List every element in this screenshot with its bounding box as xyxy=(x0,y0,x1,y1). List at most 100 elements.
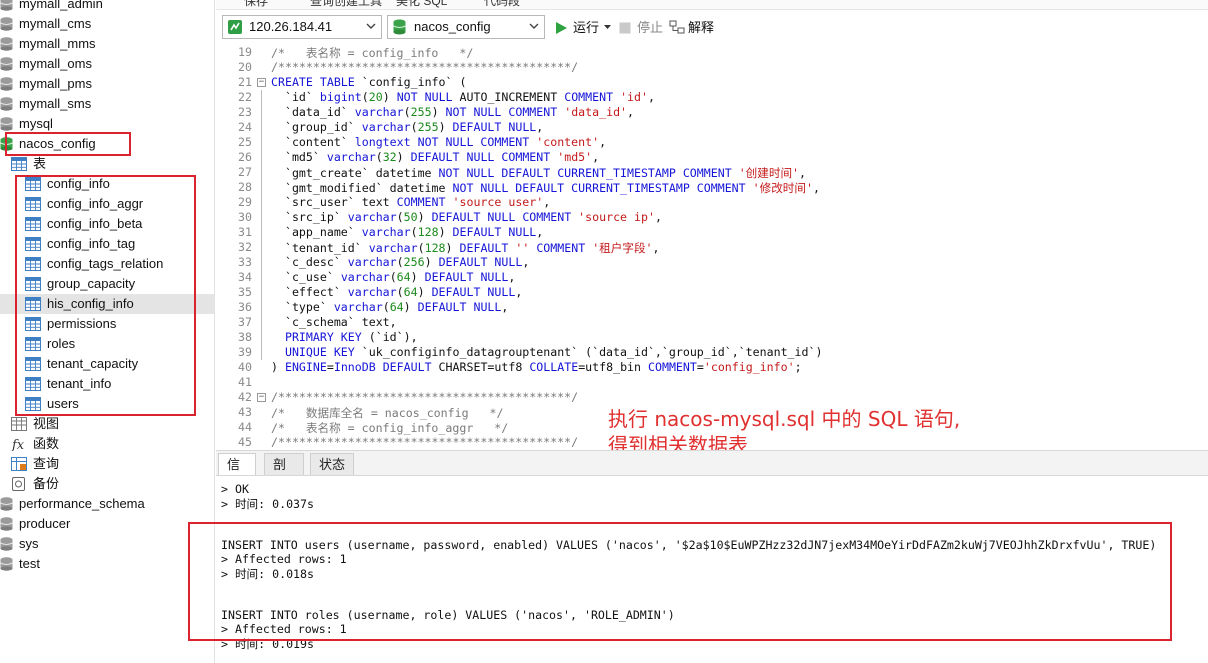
svg-text:fx: fx xyxy=(11,438,25,451)
table-icon xyxy=(25,337,41,351)
code-line[interactable]: /* 数据库全名 = nacos_config */ xyxy=(271,405,503,421)
line-number: 44 xyxy=(238,420,252,434)
table-item[interactable]: config_tags_relation xyxy=(0,254,214,274)
database-item-label: performance_schema xyxy=(19,496,145,511)
code-line[interactable]: `content` longtext NOT NULL COMMENT 'con… xyxy=(271,135,606,149)
code-line[interactable]: `gmt_create` datetime NOT NULL DEFAULT C… xyxy=(271,165,806,181)
code-line[interactable]: /* 表名称 = config_info */ xyxy=(271,45,473,61)
line-number: 31 xyxy=(238,225,252,239)
database-icon xyxy=(0,97,13,111)
table-item[interactable]: permissions xyxy=(0,314,214,334)
database-item[interactable]: producer xyxy=(0,514,214,534)
code-line[interactable]: `c_schema` text, xyxy=(271,315,397,329)
toolbar-partial-label[interactable]: 代码段 xyxy=(484,0,520,9)
table-item[interactable]: users xyxy=(0,394,214,414)
functions-folder-label: 函数 xyxy=(33,436,60,451)
code-line[interactable]: `c_desc` varchar(256) DEFAULT NULL, xyxy=(271,255,529,269)
database-item[interactable]: nacos_config xyxy=(0,134,214,154)
tables-folder[interactable]: 表 xyxy=(0,154,214,174)
object-tree-sidebar[interactable]: mymall_admin mymall_cms mymall_mms mymall_o… xyxy=(0,0,215,663)
database-item[interactable]: mysql xyxy=(0,114,214,134)
database-item[interactable]: mymall_pms xyxy=(0,74,214,94)
toolbar-partial-label[interactable]: 查询创建工具 xyxy=(310,0,382,9)
table-item[interactable]: config_info_beta xyxy=(0,214,214,234)
code-line[interactable]: `src_ip` varchar(50) DEFAULT NULL COMMEN… xyxy=(271,210,662,224)
functions-folder[interactable]: fx 函数 xyxy=(0,434,214,454)
function-icon: fx xyxy=(11,438,25,451)
code-line[interactable]: `gmt_modified` datetime NOT NULL DEFAULT… xyxy=(271,180,820,196)
database-item[interactable]: mymall_mms xyxy=(0,34,214,54)
code-line[interactable]: `app_name` varchar(128) DEFAULT NULL, xyxy=(271,225,543,239)
database-item[interactable]: mymall_admin xyxy=(0,0,214,14)
table-item-label: roles xyxy=(47,336,76,351)
tab-profile[interactable]: 剖析 xyxy=(264,453,304,494)
line-number: 37 xyxy=(238,315,252,329)
table-item[interactable]: config_info_aggr xyxy=(0,194,214,214)
code-line[interactable]: `data_id` varchar(255) NOT NULL COMMENT … xyxy=(271,105,634,119)
line-number: 19 xyxy=(238,45,252,59)
toolbar-partial-label[interactable]: 保存 xyxy=(244,0,268,9)
chevron-down-icon xyxy=(604,25,611,29)
code-line[interactable]: CREATE TABLE `config_info` ( xyxy=(271,75,466,89)
code-line[interactable]: /* 表名称 = config_info_aggr */ xyxy=(271,420,508,436)
backups-folder[interactable]: 备份 xyxy=(0,474,214,494)
sql-editor[interactable]: 19 /* 表名称 = config_info */ 20 /************… xyxy=(216,43,1208,449)
database-icon xyxy=(0,37,13,51)
table-item[interactable]: his_config_info xyxy=(0,294,214,314)
connection-select[interactable]: 120.26.184.41 xyxy=(222,15,382,39)
code-line[interactable]: ) ENGINE=InnoDB DEFAULT CHARSET=utf8 COL… xyxy=(271,360,802,374)
line-number: 23 xyxy=(238,105,252,119)
fold-toggle[interactable]: − xyxy=(257,78,266,87)
toolbar-partial-label[interactable]: 美化 SQL xyxy=(396,0,447,9)
table-item[interactable]: config_info_tag xyxy=(0,234,214,254)
line-number: 32 xyxy=(238,240,252,254)
line-number: 34 xyxy=(238,270,252,284)
table-item[interactable]: group_capacity xyxy=(0,274,214,294)
database-icon xyxy=(0,0,13,11)
views-folder-label: 视图 xyxy=(33,416,60,431)
table-item[interactable]: roles xyxy=(0,334,214,354)
code-line[interactable]: PRIMARY KEY (`id`), xyxy=(271,330,418,344)
database-item-label: sys xyxy=(19,536,39,551)
tab-status[interactable]: 状态 xyxy=(310,453,354,476)
fold-toggle[interactable]: − xyxy=(257,393,266,402)
database-item[interactable]: sys xyxy=(0,534,214,554)
table-item-label: config_tags_relation xyxy=(47,256,164,271)
output-line: > Affected rows: 1 xyxy=(221,622,347,636)
line-number: 20 xyxy=(238,60,252,74)
code-line[interactable]: `effect` varchar(64) DEFAULT NULL, xyxy=(271,285,522,299)
table-item[interactable]: tenant_info xyxy=(0,374,214,394)
code-line[interactable]: /***************************************… xyxy=(271,435,578,449)
database-item[interactable]: test xyxy=(0,554,214,574)
table-icon xyxy=(25,257,41,271)
database-item[interactable]: mymall_cms xyxy=(0,14,214,34)
code-line[interactable]: /***************************************… xyxy=(271,60,578,74)
table-item[interactable]: tenant_capacity xyxy=(0,354,214,374)
line-number: 40 xyxy=(238,360,252,374)
line-number: 21 xyxy=(238,75,252,89)
code-line[interactable]: `c_use` varchar(64) DEFAULT NULL, xyxy=(271,270,515,284)
line-number: 28 xyxy=(238,180,252,194)
table-item[interactable]: config_info xyxy=(0,174,214,194)
database-item-label: mymall_oms xyxy=(19,56,92,71)
code-line[interactable]: /***************************************… xyxy=(271,390,578,404)
code-line[interactable]: `type` varchar(64) DEFAULT NULL, xyxy=(271,300,508,314)
table-icon xyxy=(25,277,41,291)
line-number: 38 xyxy=(238,330,252,344)
queries-folder[interactable]: 查询 xyxy=(0,454,214,474)
tab-info[interactable]: 信息 xyxy=(218,453,256,494)
connection-value: 120.26.184.41 xyxy=(249,19,333,34)
code-line[interactable]: `group_id` varchar(255) DEFAULT NULL, xyxy=(271,120,543,134)
table-icon xyxy=(25,297,41,311)
code-line[interactable]: `id` bigint(20) NOT NULL AUTO_INCREMENT … xyxy=(271,90,655,104)
views-folder[interactable]: 视图 xyxy=(0,414,214,434)
database-item[interactable]: mymall_sms xyxy=(0,94,214,114)
database-item[interactable]: performance_schema xyxy=(0,494,214,514)
code-line[interactable]: `md5` varchar(32) DEFAULT NULL COMMENT '… xyxy=(271,150,599,164)
database-item[interactable]: mymall_oms xyxy=(0,54,214,74)
database-select[interactable]: nacos_config xyxy=(387,15,545,39)
code-line[interactable]: UNIQUE KEY `uk_configinfo_datagrouptenan… xyxy=(271,345,822,359)
code-line[interactable]: `tenant_id` varchar(128) DEFAULT '' COMM… xyxy=(271,240,660,256)
code-line[interactable]: `src_user` text COMMENT 'source user', xyxy=(271,195,550,209)
line-number: 25 xyxy=(238,135,252,149)
